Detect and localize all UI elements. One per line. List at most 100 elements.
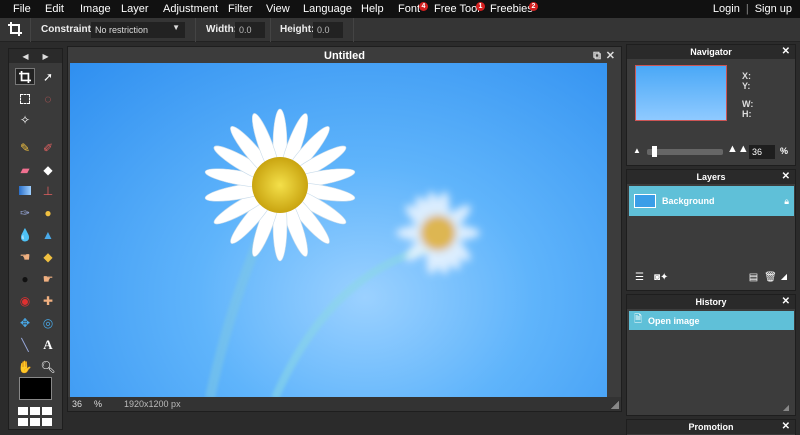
eraser-tool-icon[interactable]: ▰ [15,161,35,178]
menu-font-label: Font [398,3,421,15]
grid-icon[interactable] [18,407,54,427]
drawing-tool-icon[interactable]: ● [38,204,58,221]
navigator-title: Navigator [690,47,732,57]
image-dimensions: 1920x1200 px [124,399,181,409]
resize-grip-icon[interactable] [611,401,619,409]
menu-edit[interactable]: Edit [45,3,64,15]
menu-freebies-label: Freebies [490,3,533,15]
menu-filter[interactable]: Filter [228,3,252,15]
dodge-tool-icon[interactable]: ☛ [38,270,58,287]
menu-image[interactable]: Image [80,3,111,15]
free-tool-badge: 1 [476,2,485,11]
promotion-header: Promotion ✕ [627,420,795,434]
height-input[interactable]: 0.0 [313,22,343,38]
close-icon[interactable]: ✕ [606,47,615,65]
account-links: Login | Sign up [713,0,792,18]
zoom-tool-icon[interactable]: 🔍︎ [38,358,58,375]
options-divider [353,18,354,42]
crop-tool-button[interactable] [15,68,35,85]
resize-grip-icon[interactable]: ◢ [783,403,789,412]
image-canvas[interactable] [70,63,607,398]
nav-size: W: H: [742,99,753,119]
menu-freebies[interactable]: Freebies 2 [490,2,538,15]
resize-grip-icon[interactable]: ◢ [781,272,787,286]
move-tool-icon[interactable]: ➚ [38,68,58,85]
constraint-value: No restriction [95,25,149,35]
menu-language[interactable]: Language [303,3,352,15]
bloat-tool-icon[interactable]: ✥ [15,314,35,331]
menu-help[interactable]: Help [361,3,384,15]
spot-heal-tool-icon[interactable]: ✚ [38,292,58,309]
navigator-thumbnail[interactable] [635,65,727,121]
height-label: Height: [280,24,315,35]
close-icon[interactable]: ✕ [782,420,790,434]
width-label: Width: [206,24,238,35]
close-icon[interactable]: ✕ [782,170,790,184]
layer-name: Background [662,196,715,206]
marquee-tool-icon[interactable] [15,90,35,107]
login-link[interactable]: Login [713,3,740,15]
color-picker-icon[interactable]: ╲ [15,336,35,353]
tool-options-bar: Constraint: No restriction ▼ Width: 0.0 … [0,18,800,42]
brush-tool-icon[interactable]: ✐ [38,139,58,156]
zoom-unit: % [94,399,103,409]
pencil-tool-icon[interactable]: ✎ [15,139,35,156]
constraint-select[interactable]: No restriction ▼ [91,22,185,38]
red-eye-tool-icon[interactable]: ◉ [15,292,35,309]
menu-bar: File Edit Image Layer Adjustment Filter … [0,0,800,18]
zoom-out-icon[interactable]: ▲ [633,146,641,155]
menu-file[interactable]: File [13,3,31,15]
color-swatch[interactable] [19,377,52,400]
zoom-slider[interactable] [647,146,723,157]
zoom-in-icon[interactable]: ▲▲ [727,143,749,155]
layer-settings-icon[interactable]: ☰ [635,272,644,286]
blur-tool-icon[interactable]: 💧 [15,226,35,243]
gradient-tool-icon[interactable] [15,182,35,199]
signup-link[interactable]: Sign up [755,3,792,15]
zoom-slider-handle[interactable] [652,146,657,157]
hand-tool-icon[interactable]: ✋ [15,358,35,375]
smudge-tool-icon[interactable]: ☚ [15,248,35,265]
layer-effects-icon[interactable]: ✦ [660,272,668,286]
canvas-window: Untitled ⧉ ✕ 36 % 1920x1200 px [67,46,622,412]
magic-wand-icon[interactable]: ✧ [15,111,35,128]
menu-layer[interactable]: Layer [121,3,149,15]
close-icon[interactable]: ✕ [782,45,790,59]
chevron-down-icon: ▼ [172,23,180,32]
navigator-zoom-input[interactable]: 36 [749,145,775,159]
menu-adjustment[interactable]: Adjustment [163,3,218,15]
color-replace-icon[interactable]: ✑ [15,204,35,221]
history-entry[interactable]: 🗎︎ Open image [629,311,794,330]
pinch-tool-icon[interactable]: ◎ [38,314,58,331]
freebies-badge: 2 [529,2,538,11]
navigator-header: Navigator ✕ [627,45,795,59]
lock-icon[interactable]: 🔒︎ [784,196,789,207]
lasso-tool-icon[interactable]: ◌ [38,90,58,107]
promotion-panel: Promotion ✕ [626,419,796,435]
menu-free-tool[interactable]: Free Tool 1 [434,2,485,15]
zoom-value[interactable]: 36 [68,399,88,409]
layers-header: Layers ✕ [627,170,795,184]
collapse-right-icon[interactable]: ▶ [43,52,49,61]
layers-title: Layers [696,172,726,182]
delete-layer-icon[interactable]: 🗑︎ [764,272,777,286]
close-icon[interactable]: ✕ [782,295,790,309]
collapse-left-icon[interactable]: ◀ [22,52,28,61]
canvas-status-bar: 36 % 1920x1200 px [68,397,621,411]
menu-view[interactable]: View [266,3,290,15]
constraint-label: Constraint: [41,24,95,35]
width-input[interactable]: 0.0 [235,22,265,38]
daisy-photo [204,108,480,398]
sponge-tool-icon[interactable]: ◆ [38,248,58,265]
menu-free-tool-label: Free Tool [434,3,480,15]
options-divider [195,18,196,42]
stamp-tool-icon[interactable]: ⊥ [38,182,58,199]
bucket-tool-icon[interactable]: ◆ [38,161,58,178]
new-layer-icon[interactable]: ▤ [749,272,758,286]
text-tool-icon[interactable]: A [38,336,58,353]
burn-tool-icon[interactable]: ● [15,270,35,287]
layer-row[interactable]: Background 🔒︎ [629,186,794,216]
history-entry-icon: 🗎︎ [634,314,643,325]
sharpen-tool-icon[interactable]: ▲ [38,226,58,243]
menu-font[interactable]: Font 4 [398,2,428,15]
